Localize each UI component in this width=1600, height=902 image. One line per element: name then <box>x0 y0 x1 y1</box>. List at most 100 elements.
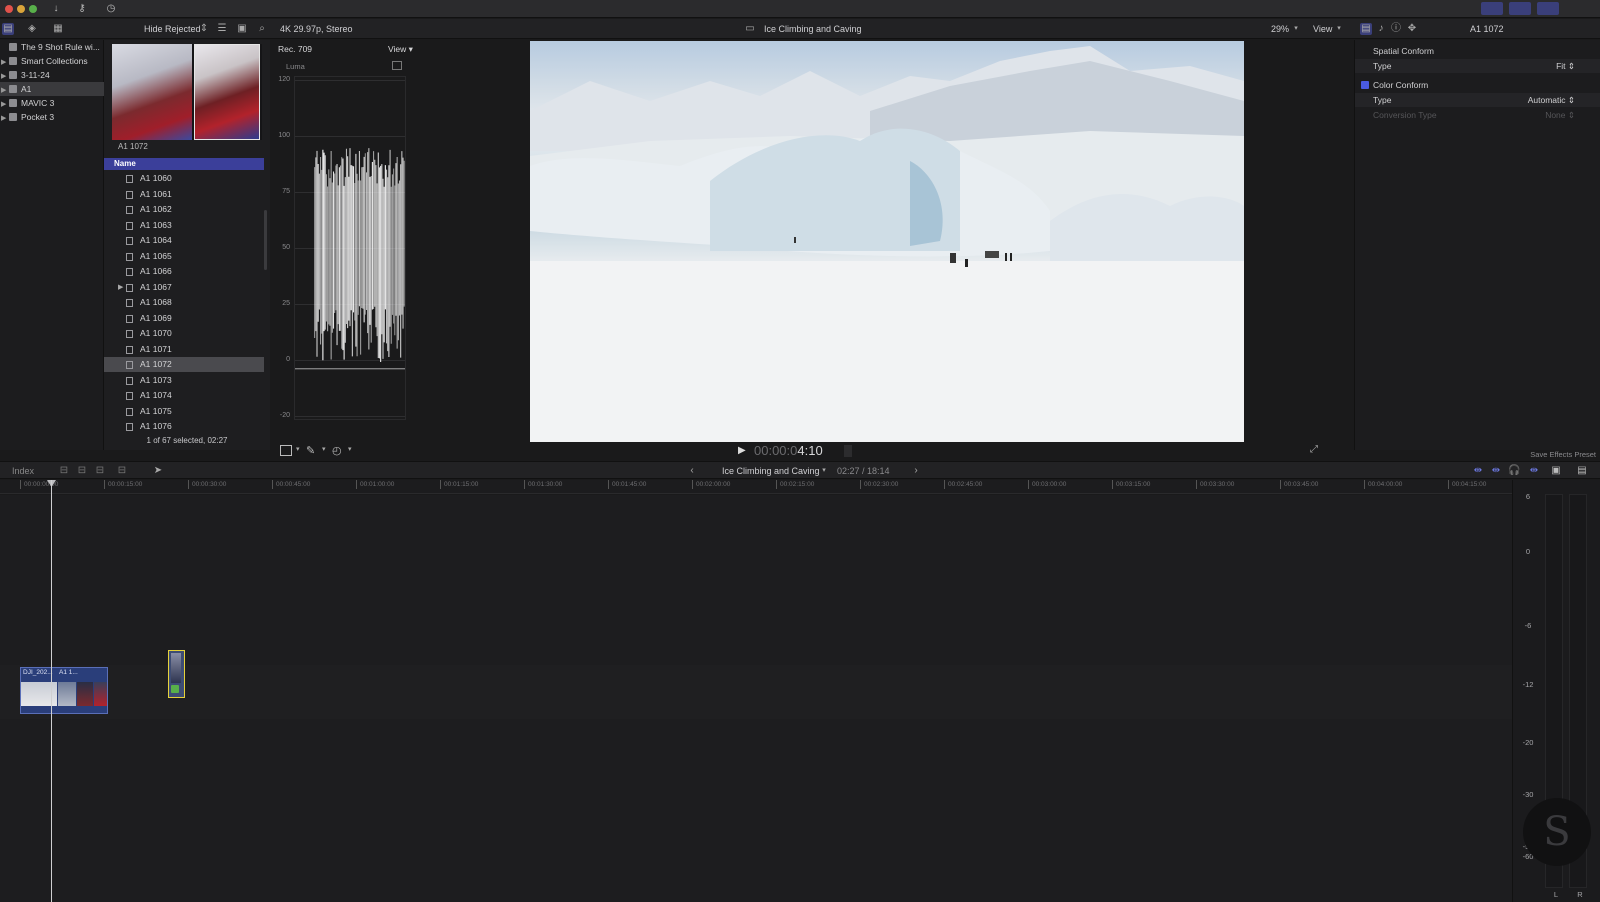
overwrite-clip-icon[interactable]: ⊟ <box>116 465 128 477</box>
thumbnail-label: A1 1072 <box>118 142 148 151</box>
list-item[interactable]: A1 1076 <box>104 419 264 434</box>
list-item[interactable]: A1 1064 <box>104 233 264 248</box>
insert-clip-icon[interactable]: ⊟ <box>76 465 88 477</box>
sidebar-item-event[interactable]: ▶ MAVIC 3 <box>0 96 104 110</box>
scope-settings-icon[interactable] <box>392 61 402 70</box>
list-item[interactable]: A1 1063 <box>104 218 264 233</box>
clip-name: A1 1061 <box>140 188 172 199</box>
scope-tick-label: 25 <box>282 300 290 307</box>
layout-inspector-button[interactable] <box>1537 2 1559 15</box>
enhance-icon[interactable]: ✎ <box>306 444 315 457</box>
play-button[interactable]: ▶ <box>738 445 746 456</box>
viewer-image[interactable] <box>530 41 1244 442</box>
timecode-display[interactable]: 00:00:04:10 <box>754 443 823 458</box>
layout-browser-button[interactable] <box>1481 2 1503 15</box>
list-item[interactable]: A1 1062 <box>104 202 264 217</box>
timeline-clip[interactable]: DJI_202... A1 1... <box>20 667 108 714</box>
close-window-button[interactable] <box>5 5 13 13</box>
audio-skimming-icon[interactable]: ⇹ <box>1490 465 1502 477</box>
info-inspector-icon[interactable]: ⓘ <box>1390 23 1402 35</box>
browser-scrollbar[interactable] <box>264 210 267 270</box>
transform-icon[interactable] <box>280 445 292 456</box>
layout-timeline-button[interactable] <box>1509 2 1531 15</box>
effects-browser-icon[interactable]: ▤ <box>1576 465 1588 477</box>
dragged-clip[interactable] <box>168 650 185 698</box>
timeline-project-title[interactable]: Ice Climbing and Caving <box>722 466 820 476</box>
snapping-icon[interactable]: ⇹ <box>1528 465 1540 477</box>
list-item[interactable]: ▶ A1 1067 <box>104 280 264 295</box>
clip-name: A1 1066 <box>140 266 172 276</box>
list-item[interactable]: A1 1061 <box>104 187 264 202</box>
next-project-icon[interactable]: › <box>910 465 922 477</box>
zoom-popup[interactable]: 29% <box>1271 24 1289 34</box>
list-item[interactable]: A1 1065 <box>104 249 264 264</box>
list-item[interactable]: A1 1068 <box>104 295 264 310</box>
append-clip-icon[interactable]: ⊟ <box>94 465 106 477</box>
minimize-window-button[interactable] <box>17 5 25 13</box>
filter-popup[interactable]: Hide Rejected <box>144 24 201 34</box>
sidebar-item-event[interactable]: ▶ 3-11-24 <box>0 68 104 82</box>
timeline-area[interactable]: DJI_202... A1 1... <box>0 495 1512 902</box>
sidebar-item-library[interactable]: The 9 Shot Rule wi... <box>0 40 104 54</box>
list-item[interactable]: A1 1073 <box>104 373 264 388</box>
save-effects-preset-button[interactable]: Save Effects Preset <box>1530 450 1596 459</box>
video-inspector-icon[interactable]: ▤ <box>1360 23 1372 35</box>
scope-tick-label: 75 <box>282 188 290 195</box>
import-icon[interactable]: ↓ <box>48 2 64 16</box>
select-tool-icon[interactable]: ➤ <box>152 465 164 477</box>
viewer-view-popup[interactable]: View <box>1313 24 1332 34</box>
search-icon[interactable]: ⌕ <box>256 23 268 35</box>
chevron-down-icon: ▾ <box>1337 25 1341 32</box>
titles-generators-icon[interactable]: ▦ <box>52 23 64 35</box>
list-item[interactable]: A1 1075 <box>104 404 264 419</box>
clip-appearance-icon[interactable]: ▣ <box>1550 465 1562 477</box>
headphones-icon[interactable]: 🎧 <box>1508 465 1520 477</box>
timeline-ruler[interactable]: 00:00:00:00 00:00:15:00 00:00:30:00 00:00:4… <box>0 480 1512 494</box>
color-type-popup[interactable]: Automatic ⇕ <box>1528 93 1575 107</box>
scope-view-popup[interactable]: View ▾ <box>388 44 413 55</box>
color-type-row[interactable]: Type Automatic ⇕ <box>1355 93 1600 107</box>
clip-thumbnail-selected[interactable] <box>194 44 260 140</box>
library-icon <box>9 43 17 51</box>
filmstrip-icon[interactable]: ▣ <box>236 23 248 35</box>
photos-audio-icon[interactable]: ◈ <box>26 23 38 35</box>
clip-appearance-icon[interactable]: ☰ <box>216 23 228 35</box>
playhead[interactable] <box>51 480 52 902</box>
sidebar-item-event[interactable]: ▶ A1 <box>0 82 104 96</box>
spatial-type-row[interactable]: Type Fit ⇕ <box>1355 59 1600 73</box>
clip-thumbnail[interactable] <box>112 44 192 140</box>
background-tasks-icon[interactable]: ◷ <box>103 2 119 16</box>
list-item[interactable]: A1 1074 <box>104 388 264 403</box>
disclosure-icon[interactable]: ▶ <box>118 280 123 295</box>
clip-icon <box>126 407 133 416</box>
sidebar-item-smart-collections[interactable]: ▶ Smart Collections <box>0 54 104 68</box>
color-conform-checkbox[interactable] <box>1361 81 1369 89</box>
libraries-icon[interactable]: ▤ <box>2 23 14 35</box>
retime-icon[interactable]: ◴ <box>332 444 342 457</box>
connect-clip-icon[interactable]: ⊟ <box>58 465 70 477</box>
filmstrip-preview[interactable] <box>112 44 262 140</box>
zoom-window-button[interactable] <box>29 5 37 13</box>
list-item[interactable]: A1 1066 <box>104 264 264 279</box>
skimming-icon[interactable]: ⇹ <box>1472 465 1484 477</box>
project-icon: ▭ <box>745 23 755 34</box>
list-item[interactable]: A1 1072 <box>104 357 264 372</box>
keyword-icon[interactable]: ⚷ <box>74 2 90 16</box>
primary-storyline[interactable] <box>0 665 1512 719</box>
previous-project-icon[interactable]: ‹ <box>686 465 698 477</box>
conversion-type-row: Conversion Type None ⇕ <box>1373 110 1575 120</box>
list-item[interactable]: A1 1071 <box>104 342 264 357</box>
list-item[interactable]: A1 1069 <box>104 311 264 326</box>
ruler-tick <box>776 480 777 489</box>
name-column-header[interactable]: Name <box>104 158 264 170</box>
meter-scale-label: -6 <box>1524 621 1532 630</box>
fullscreen-icon[interactable]: ⤢ <box>1310 444 1318 455</box>
list-item[interactable]: A1 1060 <box>104 171 264 186</box>
spatial-type-popup[interactable]: Fit ⇕ <box>1556 59 1575 73</box>
sidebar-item-event[interactable]: ▶ Pocket 3 <box>0 110 104 124</box>
index-button[interactable]: Index <box>12 466 34 476</box>
transform-inspector-icon[interactable]: ✥ <box>1406 23 1418 35</box>
list-item[interactable]: A1 1070 <box>104 326 264 341</box>
scope-colorspace: Rec. 709 <box>278 44 313 54</box>
audio-inspector-icon[interactable]: ♪ <box>1375 23 1387 35</box>
